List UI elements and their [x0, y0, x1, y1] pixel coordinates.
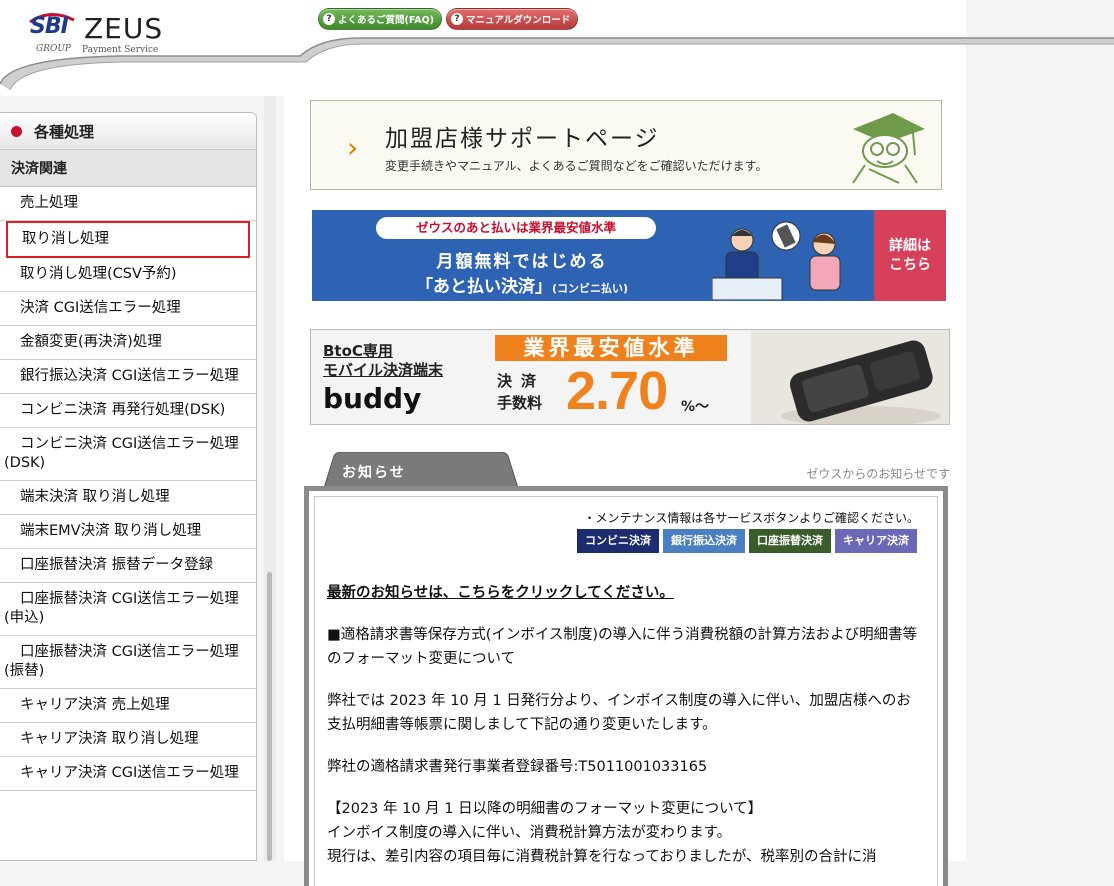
buddy-rate: 2.70: [566, 361, 668, 421]
bank-transfer-service-button[interactable]: 銀行振込決済: [663, 529, 745, 553]
sidebar-section-payment: 決済関連: [0, 150, 256, 187]
chevron-right-icon: ›: [347, 131, 359, 164]
sidebar-item-cancel[interactable]: 取り消し処理: [6, 221, 250, 258]
buddy-fee-label1: 決済: [497, 372, 546, 390]
details-button[interactable]: 詳細は こちら: [874, 210, 946, 301]
red-dot-icon: [11, 125, 22, 137]
manual-download-button[interactable]: ? マニュアルダウンロード: [446, 8, 579, 30]
main-content: › 加盟店様サポートページ 変更手続きやマニュアル、よくあるご質問などをご確認い…: [284, 96, 966, 886]
sidebar-item-emv-cancel[interactable]: 端末EMV決済 取り消し処理: [0, 515, 256, 549]
deferred-payment-line2: 「あと払い決済」(コンビニ払い): [312, 272, 732, 297]
header-links: ? よくあるご質問(FAQ) ? マニュアルダウンロード: [318, 8, 579, 30]
buddy-headline: 業界最安値水準: [495, 335, 727, 361]
sidebar-item-carrier-sales[interactable]: キャリア決済 売上処理: [0, 689, 256, 723]
sidebar-item-konbini-cgi-error[interactable]: コンビニ決済 CGI送信エラー処理(DSK): [0, 428, 256, 481]
sidebar-item-account-transfer-register[interactable]: 口座振替決済 振替データ登録: [0, 549, 256, 583]
news-box: ・メンテナンス情報は各サービスボタンよりご確認ください。 コンビニ決済 銀行振込…: [304, 486, 948, 886]
faq-button[interactable]: ? よくあるご質問(FAQ): [318, 8, 443, 30]
help-icon: ?: [323, 13, 335, 25]
carrier-service-button[interactable]: キャリア決済: [835, 529, 917, 553]
news-text: 最新のお知らせは、こちらをクリックしてください。 ■適格請求書等保存方式(インボ…: [327, 581, 923, 869]
sidebar-panel: 各種処理 決済関連 売上処理 取り消し処理 取り消し処理(CSV予約) 決済 C…: [0, 112, 257, 861]
sidebar: 各種処理 決済関連 売上処理 取り消し処理 取り消し処理(CSV予約) 決済 C…: [0, 96, 258, 861]
details-line1: 詳細は: [889, 237, 931, 254]
details-line2: こちら: [889, 256, 931, 273]
sidebar-item-carrier-cgi-error[interactable]: キャリア決済 CGI送信エラー処理: [0, 757, 256, 791]
sidebar-item-sales[interactable]: 売上処理: [0, 187, 256, 221]
deferred-payment-line1: 月額無料ではじめる: [436, 252, 608, 272]
maintenance-note: ・メンテナンス情報は各サービスボタンよりご確認ください。: [583, 511, 919, 525]
konbini-service-button[interactable]: コンビニ決済: [577, 529, 659, 553]
deferred-payment-line2-small: (コンビニ払い): [551, 282, 629, 295]
sidebar-item-cgi-error[interactable]: 決済 CGI送信エラー処理: [0, 292, 256, 326]
support-banner-title: 加盟店様サポートページ: [385, 126, 660, 152]
sidebar-item-account-cgi-error-apply[interactable]: 口座振替決済 CGI送信エラー処理(申込): [0, 583, 256, 636]
deferred-payment-tag: ゼウスのあと払いは業界最安値水準: [376, 217, 656, 239]
sidebar-item-cancel-csv[interactable]: 取り消し処理(CSV予約): [0, 258, 256, 292]
manual-download-label: マニュアルダウンロード: [466, 15, 571, 26]
buddy-tag-btoc: BtoC専用: [323, 342, 393, 360]
sidebar-item-konbini-reissue[interactable]: コンビニ決済 再発行処理(DSK): [0, 394, 256, 428]
sidebar-heading: 各種処理: [0, 113, 256, 150]
faq-button-label: よくあるご質問(FAQ): [338, 15, 435, 26]
account-transfer-service-button[interactable]: 口座振替決済: [749, 529, 831, 553]
help-icon: ?: [451, 13, 464, 25]
sidebar-item-bank-cgi-error[interactable]: 銀行振込決済 CGI送信エラー処理: [0, 360, 256, 394]
news-para-format-line2: インボイス制度の導入に伴い、消費税計算方法が変わります。: [327, 825, 732, 841]
sidebar-item-terminal-cancel[interactable]: 端末決済 取り消し処理: [0, 481, 256, 515]
header-curve-decoration: [0, 37, 1114, 91]
buddy-terminal-banner[interactable]: BtoC専用 モバイル決済端末 buddy 業界最安値水準 決済 手数料 2.7…: [310, 329, 950, 425]
sidebar-scrollbar-thumb[interactable]: [267, 572, 272, 861]
buddy-tag-mobile: モバイル決済端末: [323, 361, 444, 379]
news-para-format-line3: 現行は、差引内容の項目毎に消費税計算を行なっておりましたが、税率別の合計に消: [327, 849, 877, 865]
scholar-character-icon: [852, 113, 925, 184]
support-page-banner[interactable]: › 加盟店様サポートページ 変更手続きやマニュアル、よくあるご質問などをご確認い…: [310, 100, 942, 190]
news-para-format-heading: 【2023 年 10 月 1 日以降の明細書のフォーマット変更について】: [327, 801, 763, 817]
deferred-payment-banner[interactable]: ゼウスのあと払いは業界最安値水準 月額無料ではじめる 「あと払い決済」(コンビニ…: [312, 210, 946, 301]
sidebar-heading-label: 各種処理: [34, 122, 95, 141]
news-caption: ゼウスからのお知らせです: [806, 467, 950, 481]
latest-news-link[interactable]: 最新のお知らせは、こちらをクリックしてください。: [327, 585, 674, 601]
news-para-change: 弊社では 2023 年 10 月 1 日発行分より、インボイス制度の導入に伴い、…: [327, 693, 911, 733]
store-clerk-illustration: [712, 221, 841, 300]
news-para-registration: 弊社の適格請求書発行事業者登録番号:T5011001033165: [327, 759, 708, 775]
buddy-name: buddy: [323, 382, 422, 415]
sidebar-item-amount-change[interactable]: 金額変更(再決済)処理: [0, 326, 256, 360]
news-para-invoice: ■適格請求書等保存方式(インボイス制度)の導入に伴う消費税額の計算方法および明細…: [327, 627, 918, 667]
service-buttons: コンビニ決済 銀行振込決済 口座振替決済 キャリア決済: [577, 529, 917, 553]
buddy-fee-label2: 手数料: [497, 394, 543, 412]
news-tab-label: お知らせ: [342, 465, 406, 481]
payment-terminal-image: [751, 330, 949, 424]
support-banner-subtitle: 変更手続きやマニュアル、よくあるご質問などをご確認いただけます。: [385, 159, 768, 173]
news-inner: ・メンテナンス情報は各サービスボタンよりご確認ください。 コンビニ決済 銀行振込…: [314, 496, 938, 886]
sidebar-item-account-cgi-error-transfer[interactable]: 口座振替決済 CGI送信エラー処理(振替): [0, 636, 256, 689]
sidebar-item-carrier-cancel[interactable]: キャリア決済 取り消し処理: [0, 723, 256, 757]
deferred-payment-line2-main: 「あと払い決済」: [415, 277, 552, 297]
buddy-rate-unit: %～: [681, 399, 710, 415]
